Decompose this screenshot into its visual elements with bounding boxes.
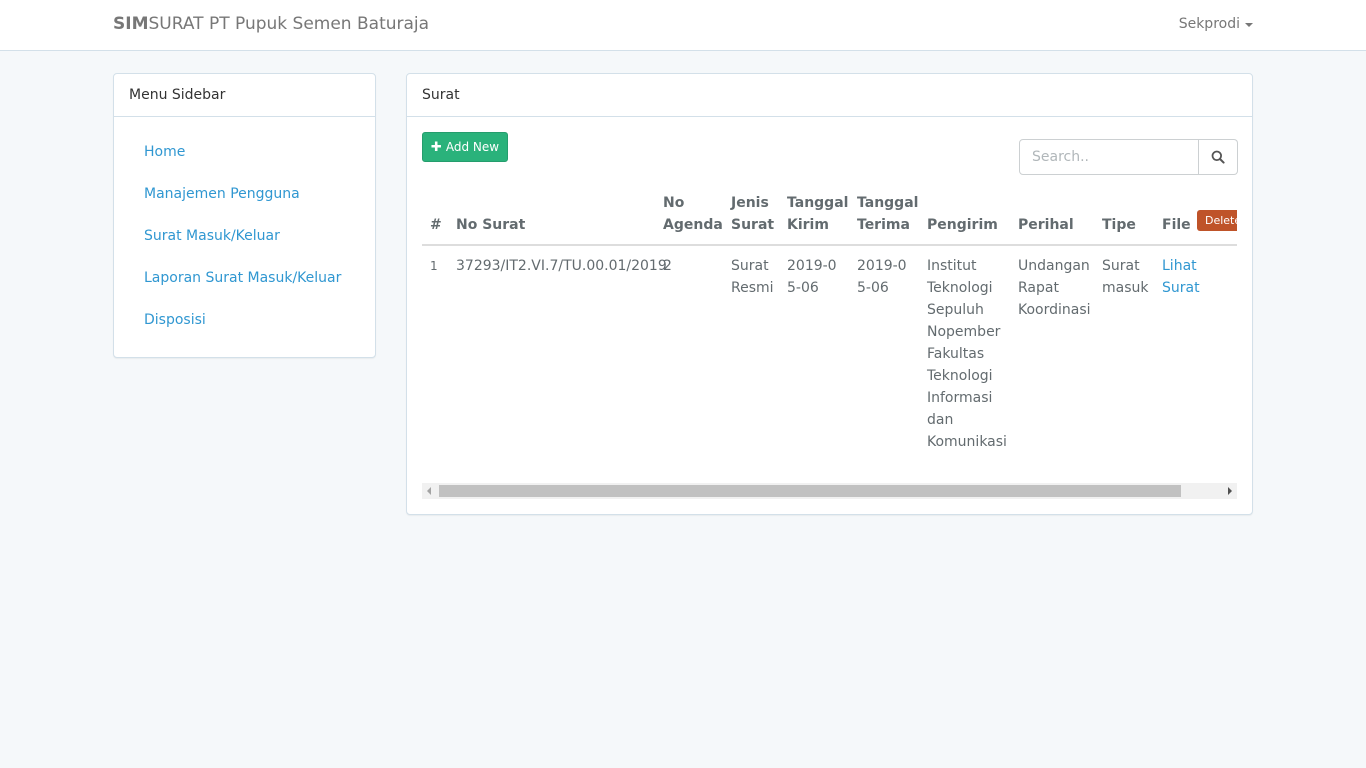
plus-icon: ✚ <box>430 139 442 155</box>
sidebar-item-surat-masuk-keluar[interactable]: Surat Masuk/Keluar <box>144 228 280 244</box>
sidebar-title: Menu Sidebar <box>114 74 375 117</box>
view-file-link[interactable]: Lihat Surat <box>1162 255 1206 299</box>
caret-down-icon <box>1245 23 1253 27</box>
header-no-agenda: No Agenda <box>663 195 723 233</box>
cell-num: 1 <box>430 259 438 273</box>
cell-perihal: Undangan Rapat Koordinasi <box>1018 258 1091 318</box>
search-group <box>1019 139 1238 175</box>
cell-no-surat: 37293/IT2.VI.7/TU.00.01/2019 <box>456 258 667 274</box>
sidebar-item-disposisi[interactable]: Disposisi <box>144 312 206 328</box>
add-new-button[interactable]: ✚ Add New <box>422 132 508 162</box>
surat-table: # No Surat No Agenda Jenis Surat Tanggal… <box>422 192 1237 492</box>
cell-tanggal-kirim: 2019-05-06 <box>787 258 837 296</box>
cell-jenis-surat: Surat Resmi <box>731 258 774 296</box>
header-perihal: Perihal <box>1018 217 1074 233</box>
panel-title: Surat <box>407 74 1252 117</box>
header-num: # <box>430 217 442 233</box>
surat-panel: Surat ✚ Add New # No Surat No Agenda Jen… <box>406 73 1253 515</box>
user-name: Sekprodi <box>1178 16 1240 32</box>
header-tipe: Tipe <box>1102 217 1136 233</box>
search-button[interactable] <box>1199 139 1238 175</box>
horizontal-scrollbar[interactable] <box>422 483 1237 499</box>
scroll-right-icon[interactable] <box>1228 487 1232 495</box>
delete-button[interactable]: Delete <box>1197 210 1237 231</box>
brand-bold: SIM <box>113 14 149 34</box>
header-file: File <box>1162 217 1191 233</box>
table-header-divider <box>422 244 1237 246</box>
cell-tanggal-terima: 2019-05-06 <box>857 258 907 296</box>
scrollbar-thumb[interactable] <box>439 485 1181 497</box>
cell-no-agenda: 2 <box>663 258 672 274</box>
sidebar-item-manajemen-pengguna[interactable]: Manajemen Pengguna <box>144 186 300 202</box>
search-icon <box>1211 150 1225 164</box>
cell-tipe: Surat masuk <box>1102 258 1149 296</box>
app-brand[interactable]: SIMSURAT PT Pupuk Semen Baturaja <box>113 14 429 34</box>
add-new-label: Add New <box>445 140 500 154</box>
brand-rest: SURAT PT Pupuk Semen Baturaja <box>148 14 430 34</box>
scroll-left-icon[interactable] <box>427 487 431 495</box>
user-dropdown[interactable]: Sekprodi <box>1179 16 1253 32</box>
header-no-surat: No Surat <box>456 217 526 233</box>
search-input[interactable] <box>1019 139 1199 175</box>
delete-label: Delete <box>1205 214 1237 227</box>
header-jenis-surat: Jenis Surat <box>731 195 775 233</box>
sidebar-item-laporan[interactable]: Laporan Surat Masuk/Keluar <box>144 270 341 286</box>
sidebar-panel: Menu Sidebar Home Manajemen Pengguna Sur… <box>113 73 376 358</box>
sidebar-item-home[interactable]: Home <box>144 144 185 160</box>
header-pengirim: Pengirim <box>927 217 998 233</box>
header-tanggal-kirim: Tanggal Kirim <box>787 195 849 233</box>
top-navbar: SIMSURAT PT Pupuk Semen Baturaja Sekprod… <box>0 0 1366 51</box>
cell-pengirim: Institut Teknologi Sepuluh Nopember Faku… <box>927 258 1007 450</box>
header-tanggal-terima: Tanggal Terima <box>857 195 919 233</box>
